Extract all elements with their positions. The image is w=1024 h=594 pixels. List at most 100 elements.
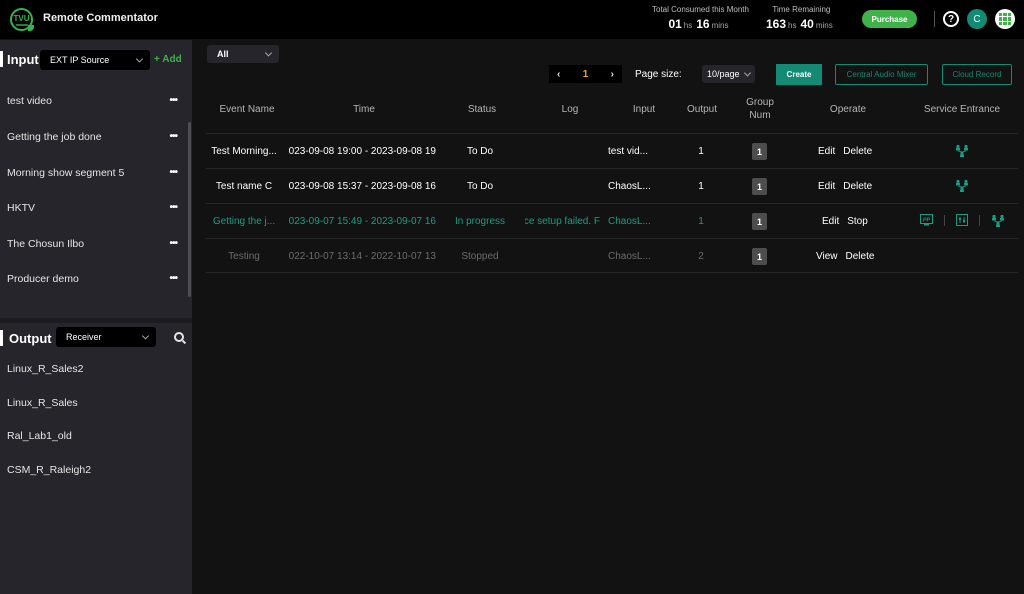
purchase-button[interactable]: Purchase [862,10,917,28]
page-size-select[interactable]: 10/page [702,65,755,83]
input-section-header: Input [0,49,39,69]
more-icon[interactable]: ••• [169,95,177,106]
event-input: ChaosL... [608,251,651,262]
chevron-down-icon [743,69,752,77]
status-filter-select[interactable]: All [207,45,279,63]
svg-text:PP: PP [923,218,931,224]
apps-grid-icon[interactable] [995,9,1015,29]
col-time: Time [353,104,375,115]
col-status: Status [467,104,497,115]
divider [944,215,945,226]
add-input-button[interactable]: + Add [154,54,182,65]
event-name[interactable]: Test Morning... [206,146,282,157]
event-status: Stopped [461,251,499,262]
event-output: 1 [698,216,704,227]
col-group-num: Group Num [746,97,774,121]
stop-button[interactable]: Stop [847,216,868,227]
more-icon[interactable]: ••• [169,238,177,249]
main-content: All ‹ 1 › Page size: 10/page Create Cent… [192,40,1024,594]
col-operate: Operate [829,104,867,115]
input-list-item[interactable]: Morning show segment 5 ••• [7,167,183,179]
more-icon[interactable]: ••• [169,167,177,178]
table-row[interactable]: Testing 2022-10-07 13:14 - 2022-10-07 13… [206,238,1018,273]
search-icon[interactable] [174,332,184,342]
delete-button[interactable]: Delete [846,251,875,262]
create-button[interactable]: Create [776,64,822,85]
app-title: Remote Commentator [43,12,158,24]
operate-actions: View Delete [816,251,882,262]
mixer-icon[interactable] [956,214,968,226]
event-time: 2023-09-07 15:49 - 2023-09-07 16 [289,216,436,227]
table-row[interactable]: Getting the j... 2023-09-07 15:49 - 2023… [206,203,1018,238]
event-name[interactable]: Test name C [206,181,282,192]
event-name[interactable]: Getting the j... [206,216,282,227]
event-status: To Do [466,181,494,192]
event-status: To Do [466,146,494,157]
page-size-label: Page size: [635,69,682,80]
input-list-item[interactable]: HKTV ••• [7,202,183,214]
event-name[interactable]: Testing [206,251,282,262]
output-list-item[interactable]: Linux_R_Sales [7,397,183,409]
top-bar: TVU Remote Commentator Total Consumed th… [0,0,1024,39]
output-list-item[interactable]: Ral_Lab1_old [7,430,183,442]
input-list-item[interactable]: test video ••• [7,95,183,107]
pagination: ‹ 1 › [549,65,622,83]
event-log: urce setup failed. F [525,216,600,227]
col-input: Input [632,104,656,115]
cloud-record-button[interactable]: Cloud Record [942,64,1012,85]
central-audio-mixer-button[interactable]: Central Audio Mixer [835,64,928,85]
table-row[interactable]: Test Morning... 2023-09-08 19:00 - 2023-… [206,133,1018,168]
delete-button[interactable]: Delete [843,181,872,192]
event-status: In progress [454,216,506,227]
chevron-down-icon [264,49,273,57]
col-event-name: Event Name [219,104,275,115]
input-list-item[interactable]: Getting the job done ••• [7,131,183,143]
divider [934,11,935,27]
time-remaining-stat: Time Remaining 163 hs 40 mins [766,5,833,31]
more-icon[interactable]: ••• [169,131,177,142]
edit-button[interactable]: Edit [818,146,835,157]
output-type-select[interactable]: Receiver [56,327,156,347]
operate-actions: Edit Delete [818,181,880,192]
event-input: ChaosL... [608,216,651,227]
event-output: 1 [698,181,704,192]
event-output: 1 [698,146,704,157]
pp-monitor-icon[interactable]: PP [920,214,933,226]
chevron-down-icon [141,332,150,340]
group-num-badge: 1 [752,213,767,230]
group-num-badge: 1 [752,178,767,195]
user-avatar[interactable]: C [967,9,987,29]
help-icon[interactable]: ? [943,11,959,27]
output-list-item[interactable]: CSM_R_Raleigh2 [7,464,183,476]
event-time: 2023-09-08 15:37 - 2023-09-08 16 [289,181,436,192]
table-row[interactable]: Test name C 2023-09-08 15:37 - 2023-09-0… [206,168,1018,203]
network-icon[interactable] [955,179,969,193]
edit-button[interactable]: Edit [818,181,835,192]
operate-actions: Edit Stop [822,216,876,227]
edit-button[interactable]: Edit [822,216,839,227]
event-time: 2022-10-07 13:14 - 2022-10-07 13 [289,251,436,262]
prev-page-button[interactable]: ‹ [557,69,560,80]
more-icon[interactable]: ••• [169,273,177,284]
output-list-item[interactable]: Linux_R_Sales2 [7,363,183,375]
network-icon[interactable] [991,214,1005,228]
input-source-select[interactable]: EXT IP Source [40,50,150,70]
input-list-scrollbar[interactable] [188,122,191,297]
divider [979,215,980,226]
col-output: Output [686,104,718,115]
delete-button[interactable]: Delete [843,146,872,157]
event-output: 2 [698,251,704,262]
col-log: Log [561,104,579,115]
input-list-item[interactable]: The Chosun Ilbo ••• [7,238,183,250]
input-list-item[interactable]: Producer demo ••• [7,273,183,285]
network-icon[interactable] [955,144,969,158]
current-page[interactable]: 1 [583,69,589,80]
output-panel: Output Receiver Linux_R_Sales2 Linux_R_S… [0,323,192,594]
group-num-badge: 1 [752,143,767,160]
tvu-logo-icon: TVU [10,8,34,31]
more-icon[interactable]: ••• [169,202,177,213]
view-button[interactable]: View [816,251,838,262]
event-input: ChaosL... [608,181,651,192]
chevron-down-icon [135,55,144,63]
next-page-button[interactable]: › [611,69,614,80]
